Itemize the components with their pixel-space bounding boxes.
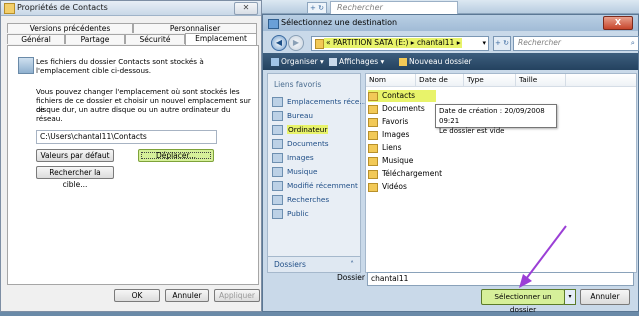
tab-location[interactable]: Emplacement: [185, 33, 257, 45]
annotation-arrow: [519, 225, 567, 288]
annotation-arrow-shaft: [525, 225, 567, 280]
annotation-arrow-head: [519, 274, 532, 288]
